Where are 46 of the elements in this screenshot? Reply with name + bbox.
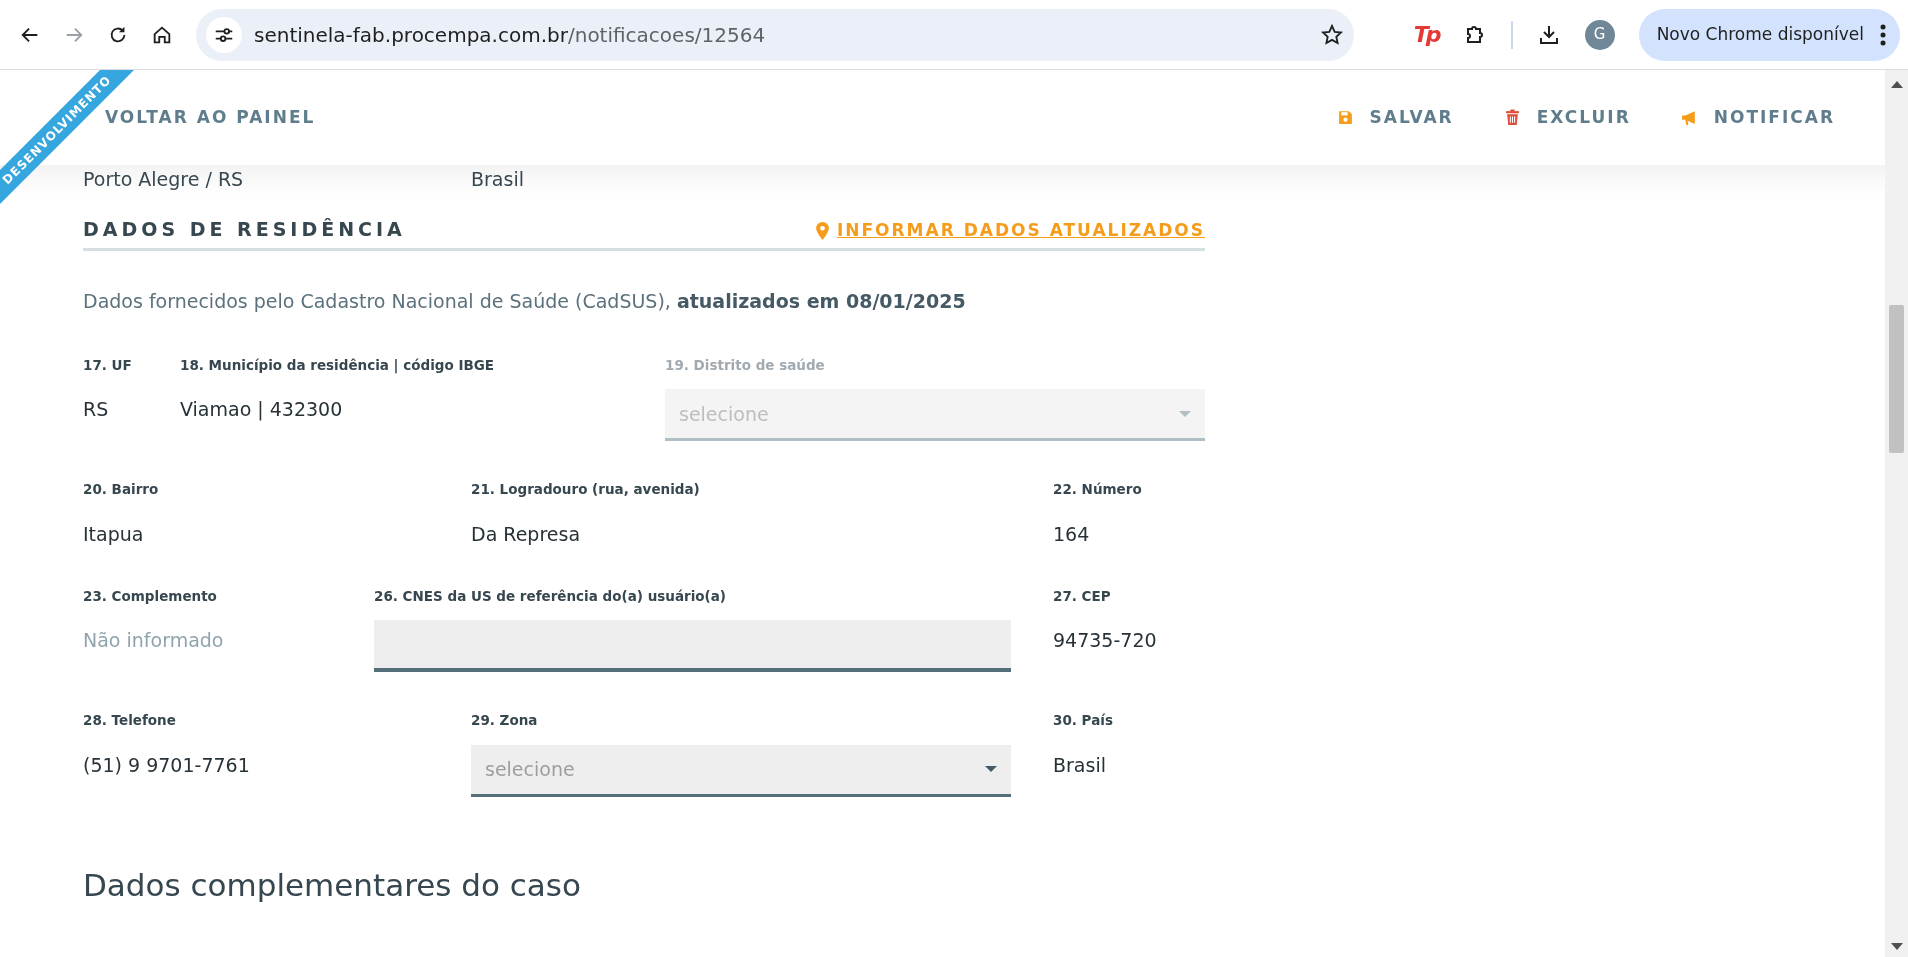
section-title: DADOS DE RESIDÊNCIA (83, 217, 406, 242)
input-field[interactable] (374, 620, 1011, 673)
field-value: (51) 9 9701-7761 (83, 752, 251, 778)
profile-avatar[interactable]: G (1584, 19, 1615, 50)
field-label: 28. Telefone (83, 711, 177, 731)
field-value: Brasil (471, 167, 524, 192)
field-label: 23. Complemento (83, 587, 218, 606)
field-value: Itapua (83, 521, 145, 547)
field-value: 164 (1053, 521, 1091, 547)
field-label: 26. CNES da US de referência do(a) usuário(a) (374, 587, 727, 606)
field-label: 17. UF (83, 356, 133, 375)
field-label: 22. Número (1053, 480, 1143, 500)
field-label: 29. Zona (471, 711, 539, 731)
section-heading: Dados complementares do caso (83, 866, 582, 904)
scroll-down-icon[interactable] (1891, 943, 1903, 951)
address-bar[interactable]: sentinela-fab.procempa.com.br/notificacoes/12564 (196, 8, 1354, 61)
update-button[interactable]: Novo Chrome disponível (1638, 8, 1900, 61)
select-field[interactable]: selecione (471, 744, 1011, 797)
field-label: 20. Bairro (83, 480, 160, 500)
save-icon (1336, 109, 1354, 126)
source-note: Dados fornecidos pelo Cadastro Nacional de Saúde (CadSUS), atualizados em 08/01/2025 (83, 288, 967, 314)
megaphone-icon (1680, 109, 1698, 126)
notify-button[interactable]: NOTIFICAR (1680, 104, 1835, 131)
map-pin-icon (815, 221, 829, 240)
scrollbar-thumb[interactable] (1889, 305, 1904, 453)
field-value: 94735-720 (1053, 628, 1158, 654)
field-label: 27. CEP (1053, 587, 1112, 606)
caret-icon (1179, 410, 1191, 417)
url-text: sentinela-fab.procempa.com.br/notificacoes/12564 (254, 21, 766, 49)
field-label: 30. País (1053, 711, 1114, 731)
delete-button[interactable]: EXCLUIR (1503, 104, 1631, 131)
field-value: Brasil (1053, 752, 1107, 778)
field-label: 21. Logradouro (rua, avenida) (471, 480, 701, 500)
field-value: RS (83, 397, 110, 423)
field-label: 19. Distrito de saúde (665, 356, 826, 375)
caret-icon (985, 766, 997, 772)
star-icon[interactable] (1320, 22, 1344, 47)
scroll-up-icon[interactable] (1891, 80, 1903, 88)
field-value: Da Represa (471, 521, 582, 547)
save-button[interactable]: SALVAR (1336, 104, 1454, 131)
field-label: 18. Município da residência | código IBGE (180, 356, 496, 376)
field-value: Viamao | 432300 (180, 397, 344, 423)
more-icon (1880, 23, 1886, 46)
extension-icon[interactable]: Tp (1413, 18, 1439, 51)
trash-icon (1503, 109, 1521, 126)
empty-value: Não informado (83, 628, 225, 654)
